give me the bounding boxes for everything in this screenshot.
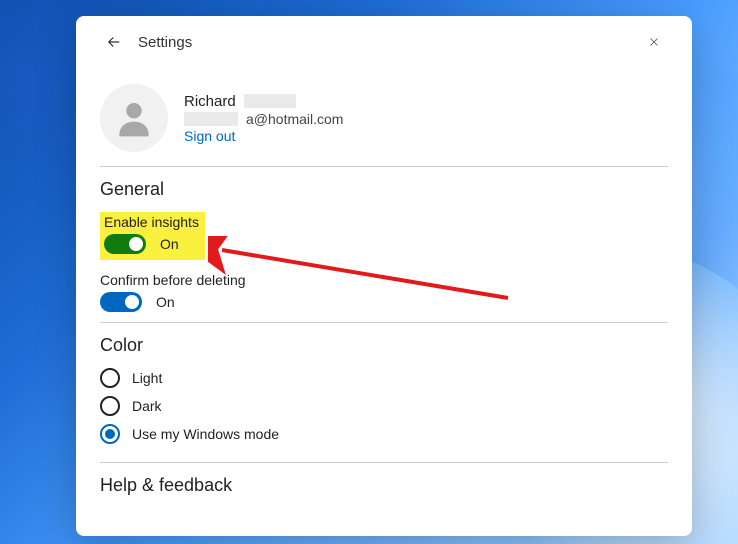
radio-icon [100,368,120,388]
profile-info: Richard a@hotmail.com Sign out [184,93,343,144]
setting-enable-insights: Enable insights On [100,210,668,270]
user-name: Richard [184,93,236,110]
radio-label-dark: Dark [132,398,162,414]
confirm-delete-state: On [156,294,175,310]
back-arrow-icon [105,33,123,51]
enable-insights-toggle[interactable] [104,234,146,254]
radio-windows-mode[interactable]: Use my Windows mode [100,424,668,444]
confirm-delete-label: Confirm before deleting [100,272,246,288]
radio-dark[interactable]: Dark [100,396,668,416]
color-options: Light Dark Use my Windows mode [100,366,668,462]
sign-out-link[interactable]: Sign out [184,128,343,144]
redacted-email [184,112,238,126]
section-title-help: Help & feedback [100,463,668,496]
back-button[interactable] [100,28,128,56]
close-button[interactable] [640,28,668,56]
radio-light[interactable]: Light [100,368,668,388]
avatar [100,84,168,152]
profile-block: Richard a@hotmail.com Sign out [100,68,668,166]
settings-dialog: Settings Richard a@hotmail.com Sign out … [76,16,692,536]
setting-confirm-delete: Confirm before deleting On [100,270,668,322]
close-icon [647,35,661,49]
enable-insights-label: Enable insights [104,214,199,230]
radio-label-windows: Use my Windows mode [132,426,279,442]
enable-insights-state: On [160,236,179,252]
user-email: a@hotmail.com [246,111,343,127]
radio-icon [100,396,120,416]
page-title: Settings [138,34,192,51]
titlebar: Settings [100,16,668,68]
person-icon [112,96,156,140]
radio-icon [100,424,120,444]
section-title-general: General [100,167,668,210]
highlight-annotation: Enable insights On [100,212,205,260]
confirm-delete-toggle[interactable] [100,292,142,312]
section-title-color: Color [100,323,668,366]
redacted-name [244,94,296,108]
radio-label-light: Light [132,370,162,386]
